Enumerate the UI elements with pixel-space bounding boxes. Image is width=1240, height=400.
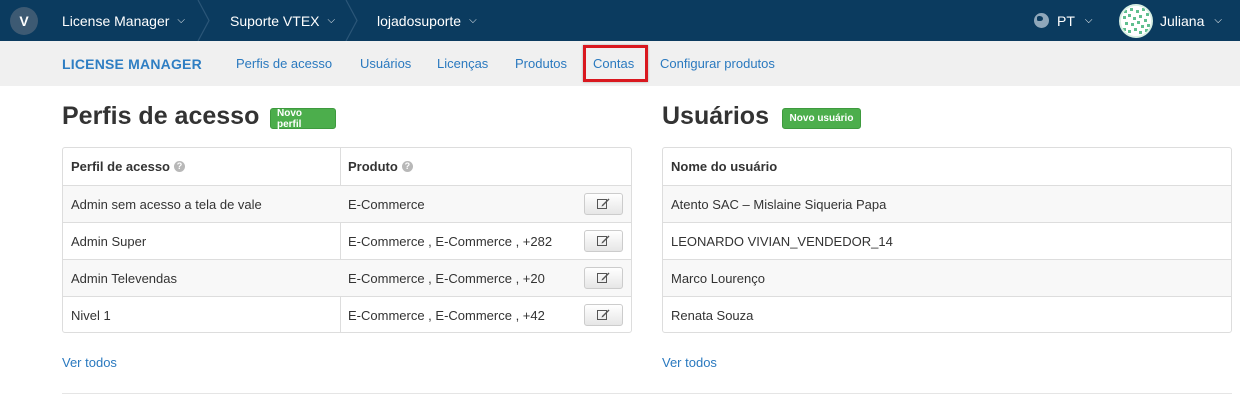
table-row[interactable]: LEONARDO VIVIAN_VENDEDOR_14: [663, 222, 1231, 259]
avatar[interactable]: [1119, 4, 1153, 38]
profile-name: Admin sem acesso a tela de vale: [71, 196, 262, 212]
logo-letter: V: [19, 13, 29, 29]
edit-button[interactable]: [584, 230, 623, 252]
user-menu[interactable]: Juliana ⌵: [1160, 0, 1222, 41]
column-header-profile: Perfil de acesso?: [71, 148, 185, 184]
table-row[interactable]: Admin Super E-Commerce , E-Commerce , +2…: [63, 222, 631, 259]
edit-icon: [597, 308, 610, 323]
breadcrumb-separator: [345, 0, 359, 41]
new-profile-button[interactable]: Novo perfil: [270, 108, 336, 130]
table-row[interactable]: Nivel 1 E-Commerce , E-Commerce , +42: [63, 296, 631, 333]
profiles-table: Perfil de acesso? Produto? Admin sem ace…: [62, 147, 632, 333]
users-title: Usuários: [662, 102, 769, 130]
table-row[interactable]: Atento SAC – Mislaine Siqueria Papa: [663, 185, 1231, 222]
breadcrumb-label: Suporte VTEX: [230, 12, 320, 29]
vtex-logo-icon[interactable]: V: [10, 7, 38, 35]
edit-icon: [597, 234, 610, 249]
breadcrumb-label: License Manager: [62, 12, 170, 29]
profile-name: Nivel 1: [71, 307, 111, 323]
header-label: Produto: [348, 158, 398, 174]
edit-icon: [597, 271, 610, 286]
column-header-user-name: Nome do usuário: [671, 158, 778, 174]
users-table: Nome do usuário Atento SAC – Mislaine Si…: [662, 147, 1232, 333]
profiles-title: Perfis de acesso: [62, 102, 260, 130]
nav-produtos[interactable]: Produtos: [515, 56, 567, 71]
breadcrumb-license-manager[interactable]: License Manager ⌵: [62, 0, 185, 41]
user-name-cell: Marco Lourenço: [671, 270, 765, 286]
help-icon[interactable]: ?: [174, 160, 185, 172]
table-row[interactable]: Admin sem acesso a tela de vale E-Commer…: [63, 185, 631, 222]
edit-button[interactable]: [584, 304, 623, 326]
top-bar: V License Manager ⌵ Suporte VTEX ⌵ lojad…: [0, 0, 1240, 41]
globe-icon: [1034, 13, 1049, 28]
table-header: Perfil de acesso? Produto?: [63, 148, 631, 185]
table-row[interactable]: Renata Souza: [663, 296, 1231, 333]
profile-name: Admin Super: [71, 233, 147, 249]
chevron-down-icon: ⌵: [327, 15, 336, 26]
edit-button[interactable]: [584, 267, 623, 289]
product-list: E-Commerce , E-Commerce , +20: [348, 270, 545, 286]
new-user-button[interactable]: Novo usuário: [782, 108, 861, 129]
table-header: Nome do usuário: [663, 148, 1231, 185]
breadcrumb-account[interactable]: Suporte VTEX ⌵: [230, 0, 335, 41]
divider: [62, 393, 1232, 394]
chevron-down-icon: ⌵: [469, 15, 477, 26]
user-name-cell: LEONARDO VIVIAN_VENDEDOR_14: [671, 233, 893, 249]
product-list: E-Commerce , E-Commerce , +282: [348, 233, 553, 249]
chevron-down-icon: ⌵: [177, 15, 185, 26]
help-icon[interactable]: ?: [401, 160, 413, 172]
nav-usuarios[interactable]: Usuários: [360, 56, 411, 71]
user-name-cell: Renata Souza: [671, 307, 754, 323]
user-name: Juliana: [1160, 12, 1205, 29]
users-see-all-link[interactable]: Ver todos: [662, 355, 717, 370]
breadcrumb-label: lojadosuporte: [377, 12, 462, 29]
edit-icon: [597, 197, 610, 212]
language-label: PT: [1057, 12, 1075, 29]
user-name-cell: Atento SAC – Mislaine Siqueria Papa: [671, 196, 887, 212]
nav-contas[interactable]: Contas: [593, 56, 634, 71]
nav-licencas[interactable]: Licenças: [437, 56, 488, 71]
table-row[interactable]: Admin Televendas E-Commerce , E-Commerce…: [63, 259, 631, 296]
header-label: Perfil de acesso: [71, 158, 170, 174]
chevron-down-icon: ⌵: [1084, 15, 1093, 26]
language-selector[interactable]: PT ⌵: [1034, 0, 1092, 41]
edit-button[interactable]: [584, 193, 623, 215]
breadcrumb-store[interactable]: lojadosuporte ⌵: [377, 0, 477, 41]
breadcrumb-separator: [197, 0, 211, 41]
nav-configurar-produtos[interactable]: Configurar produtos: [660, 56, 775, 71]
table-row[interactable]: Marco Lourenço: [663, 259, 1231, 296]
column-header-product: Produto?: [348, 148, 413, 184]
profile-name: Admin Televendas: [71, 270, 177, 286]
brand-title[interactable]: LICENSE MANAGER: [62, 56, 202, 72]
chevron-down-icon: ⌵: [1214, 15, 1222, 26]
profiles-see-all-link[interactable]: Ver todos: [62, 355, 117, 370]
sub-navigation: LICENSE MANAGER Perfis de acesso Usuário…: [0, 41, 1240, 86]
nav-perfis-de-acesso[interactable]: Perfis de acesso: [236, 56, 332, 71]
product-list: E-Commerce: [348, 196, 425, 212]
product-list: E-Commerce , E-Commerce , +42: [348, 307, 545, 323]
